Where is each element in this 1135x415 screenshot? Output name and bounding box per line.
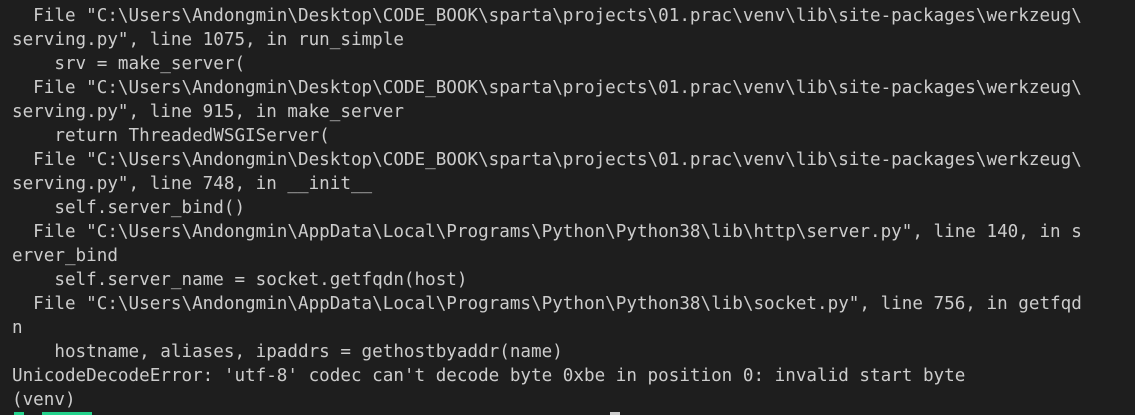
terminal-line: erver_bind bbox=[12, 246, 118, 266]
terminal-line: File "C:\Users\Andongmin\Desktop\CODE_BO… bbox=[12, 6, 1082, 26]
terminal-line: serving.py", line 1075, in run_simple bbox=[12, 30, 404, 50]
terminal-line: self.server_bind() bbox=[12, 198, 246, 218]
terminal-line: File "C:\Users\Andongmin\AppData\Local\P… bbox=[12, 294, 1082, 314]
terminal-line: hostname, aliases, ipaddrs = gethostbyad… bbox=[12, 342, 563, 362]
error-message: UnicodeDecodeError: 'utf-8' codec can't … bbox=[12, 366, 966, 386]
terminal-line: File "C:\Users\Andongmin\Desktop\CODE_BO… bbox=[12, 78, 1082, 98]
terminal-line: return ThreadedWSGIServer( bbox=[12, 126, 330, 146]
terminal-line: serving.py", line 915, in make_server bbox=[12, 102, 404, 122]
terminal-line: self.server_name = socket.getfqdn(host) bbox=[12, 270, 468, 290]
terminal-output[interactable]: File "C:\Users\Andongmin\Desktop\CODE_BO… bbox=[0, 0, 1135, 415]
terminal-line: File "C:\Users\Andongmin\AppData\Local\P… bbox=[12, 222, 1082, 242]
terminal-line: File "C:\Users\Andongmin\Desktop\CODE_BO… bbox=[12, 150, 1082, 170]
terminal-line: n bbox=[12, 318, 23, 338]
terminal-line: serving.py", line 748, in __init__ bbox=[12, 174, 373, 194]
terminal-line: srv = make_server( bbox=[12, 54, 246, 74]
prompt-venv: (venv) bbox=[12, 390, 76, 410]
